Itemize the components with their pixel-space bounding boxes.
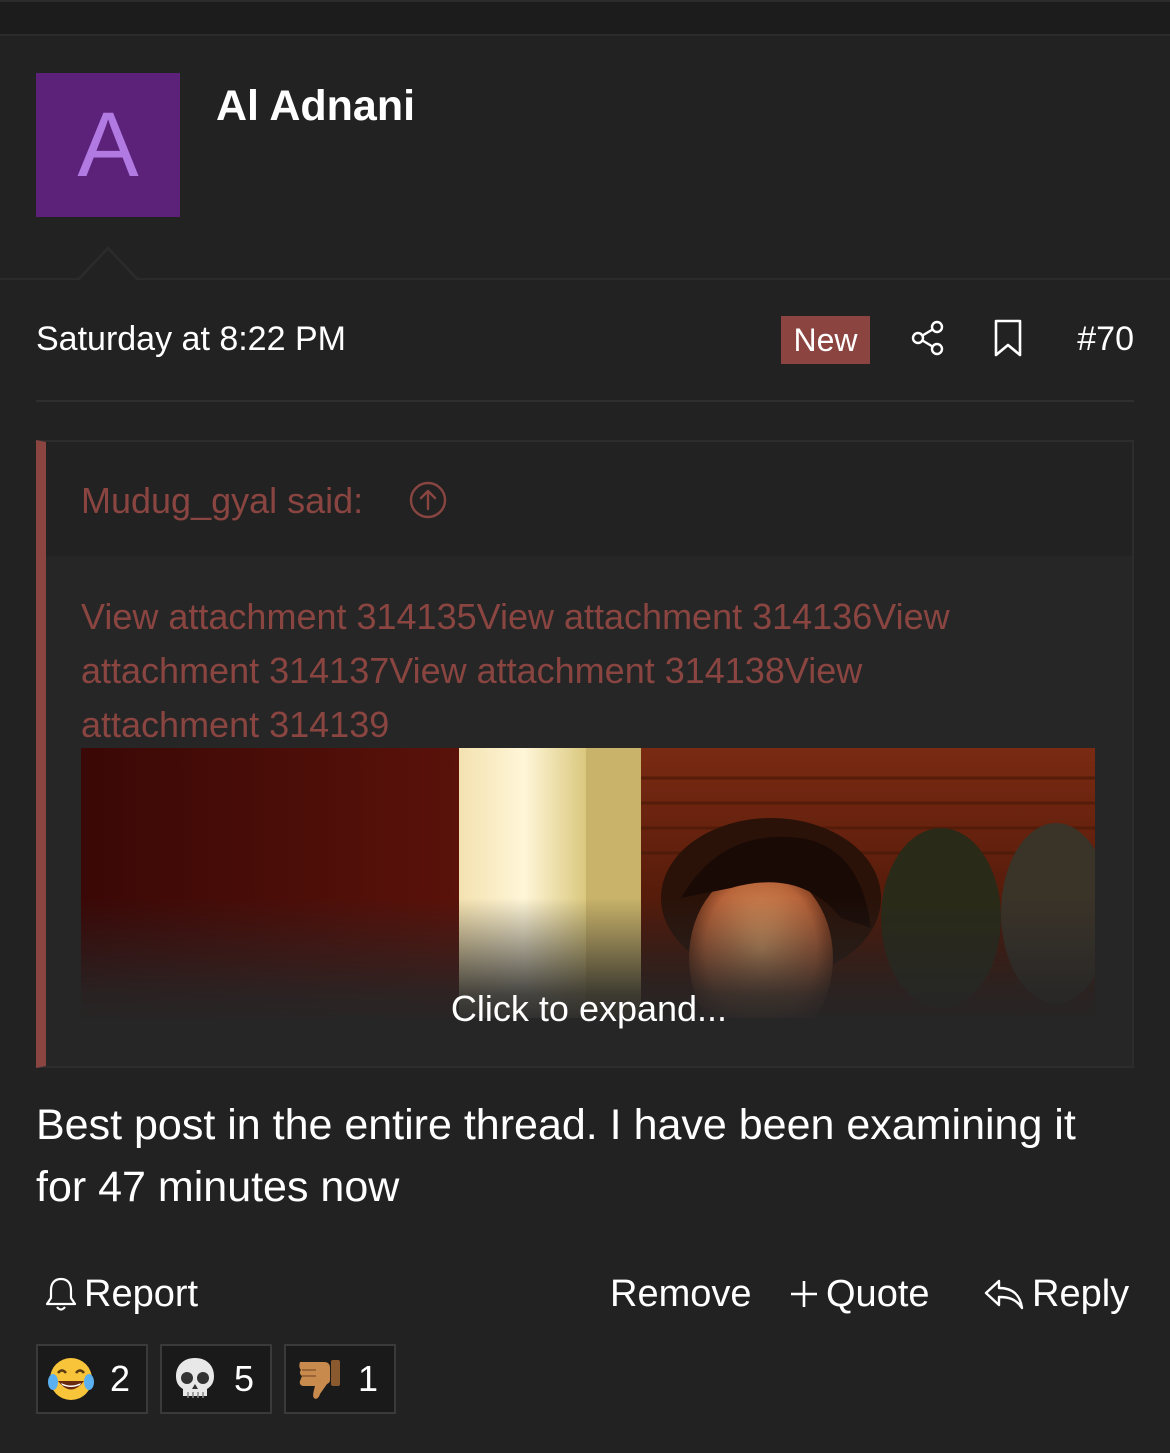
post-meta-row: Saturday at 8:22 PM New #70 <box>36 312 1134 368</box>
username[interactable]: Al Adnani <box>216 82 415 131</box>
share-icon[interactable] <box>908 318 948 358</box>
top-strip <box>0 0 1170 36</box>
reaction-laugh[interactable]: 2 <box>36 1344 148 1414</box>
thumbs-down-emoji-icon <box>299 1360 340 1399</box>
post-date[interactable]: Saturday at 8:22 PM <box>36 320 346 359</box>
post-number-link[interactable]: #70 <box>1077 320 1134 359</box>
post-body: Best post in the entire thread. I have b… <box>36 1101 1076 1211</box>
reaction-count: 2 <box>110 1358 131 1399</box>
remove-button[interactable]: Remove <box>610 1268 752 1320</box>
reply-button[interactable]: Reply <box>982 1268 1129 1320</box>
arrow-up-circle-icon[interactable] <box>408 480 448 520</box>
divider <box>36 400 1134 402</box>
avatar[interactable]: A <box>36 73 180 217</box>
reaction-count: 5 <box>234 1358 255 1399</box>
quote-attachment-links[interactable]: View attachment 314135View attachment 31… <box>81 590 1041 752</box>
reaction-skull[interactable]: 5 <box>160 1344 272 1414</box>
quote-block: Mudug_gyal said: View attachment 314135V… <box>36 440 1134 1068</box>
report-label: Report <box>84 1272 199 1315</box>
post-actions: Report Remove Quote Reply <box>36 1268 1134 1324</box>
reaction-count: 1 <box>358 1358 379 1399</box>
header-notch-inner <box>78 250 138 282</box>
quote-author-link[interactable]: Mudug_gyal said: <box>81 480 363 522</box>
plus-icon <box>791 1281 817 1307</box>
quote-button[interactable]: Quote <box>788 1268 930 1320</box>
new-badge: New <box>781 316 870 364</box>
quote-label: Quote <box>826 1272 930 1315</box>
reply-icon <box>984 1279 1024 1310</box>
remove-label: Remove <box>610 1272 752 1315</box>
reply-label: Reply <box>1032 1272 1130 1315</box>
reaction-thumbs-down[interactable]: 1 <box>284 1344 396 1414</box>
quote-header: Mudug_gyal said: <box>46 442 1132 556</box>
report-button[interactable]: Report <box>42 1268 198 1320</box>
laughing-crying-emoji-icon <box>48 1358 94 1400</box>
click-to-expand-link[interactable]: Click to expand... <box>46 988 1132 1030</box>
post-user-header: A Al Adnani <box>0 36 1170 280</box>
bookmark-icon[interactable] <box>990 318 1026 358</box>
bell-icon <box>45 1277 77 1311</box>
skull-emoji-icon <box>176 1358 214 1398</box>
